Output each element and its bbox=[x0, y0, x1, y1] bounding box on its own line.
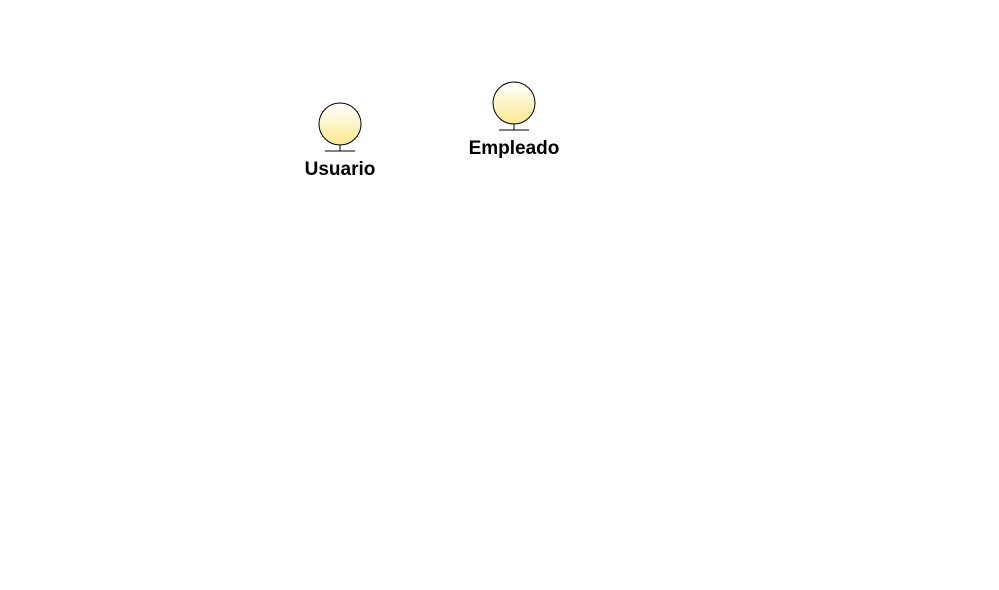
diagram-canvas: Usuario Empleado bbox=[0, 0, 999, 590]
entity-usuario[interactable]: Usuario bbox=[280, 100, 400, 210]
entity-circle bbox=[492, 81, 536, 125]
entity-icon bbox=[492, 81, 536, 131]
entity-label: Empleado bbox=[468, 138, 560, 159]
entity-empleado[interactable]: Empleado bbox=[454, 79, 574, 189]
entity-circle bbox=[318, 102, 362, 146]
entity-icon bbox=[318, 102, 362, 152]
entity-label: Usuario bbox=[304, 159, 376, 180]
